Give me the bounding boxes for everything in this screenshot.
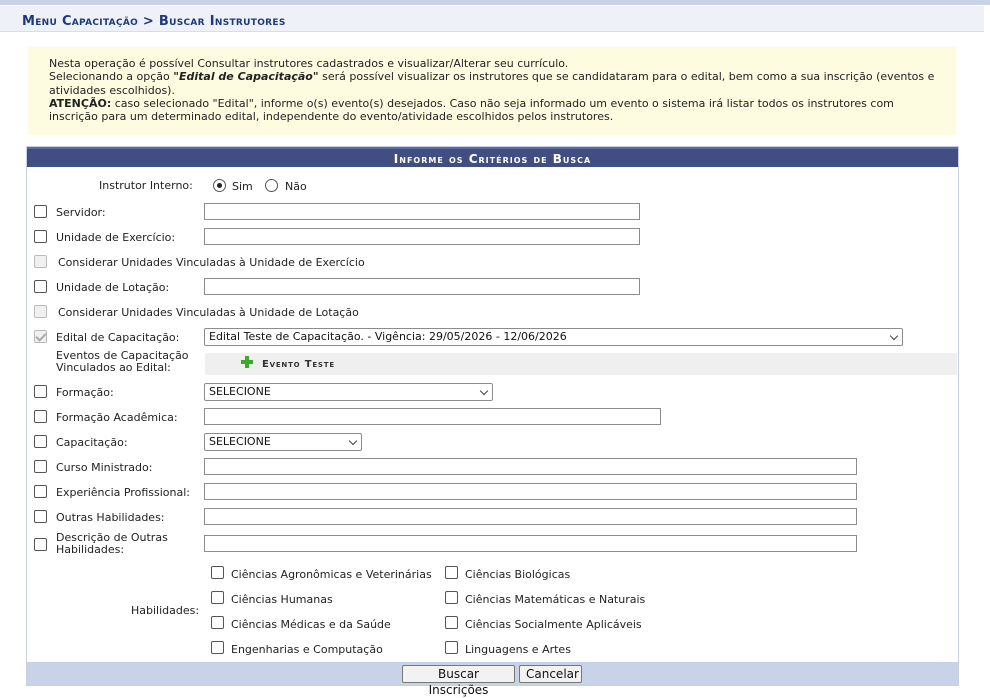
outras-habilidades-checkbox[interactable] — [34, 510, 47, 523]
top-bar — [0, 0, 990, 5]
row-descricao-outras: Descrição de Outras Habilidades: — [27, 531, 958, 559]
habilidade-checkbox-6[interactable] — [211, 641, 224, 654]
unidade-exercicio-input[interactable] — [204, 228, 640, 245]
formacao-academica-input[interactable] — [204, 408, 661, 425]
descricao-outras-checkbox[interactable] — [34, 538, 47, 551]
row-outras-habilidades: Outras Habilidades: — [27, 508, 958, 528]
formacao-academica-checkbox[interactable] — [34, 410, 47, 423]
row-unidade-lotacao: Unidade de Lotação: — [27, 278, 958, 298]
info-line-2: Selecionando a opção "Edital de Capacita… — [49, 70, 936, 97]
info-line-2-pre: Selecionando a opção — [49, 70, 174, 84]
habilidade-label-7: Linguagens e Artes — [465, 643, 571, 656]
outras-habilidades-input[interactable] — [204, 508, 857, 525]
considerar-lotacao-label: Considerar Unidades Vinculadas à Unidade… — [58, 306, 359, 319]
servidor-input[interactable] — [204, 203, 640, 220]
considerar-exercicio-label: Considerar Unidades Vinculadas à Unidade… — [58, 256, 365, 269]
plus-icon[interactable] — [241, 356, 253, 368]
formacao-select[interactable]: SELECIONE — [204, 383, 493, 401]
habilidades-label: Habilidades: — [131, 604, 200, 617]
radio-nao-label: Não — [285, 180, 307, 193]
capacitacao-label: Capacitação: — [56, 436, 128, 449]
edital-label: Edital de Capacitação: — [56, 331, 180, 344]
outras-habilidades-label: Outras Habilidades: — [56, 511, 165, 524]
info-line-2-emph: "Edital de Capacitação" — [173, 70, 319, 84]
cancel-button[interactable]: Cancelar — [519, 665, 582, 683]
servidor-checkbox[interactable] — [34, 205, 47, 218]
row-capacitacao: Capacitação: SELECIONE — [27, 433, 958, 453]
curso-ministrado-label: Curso Ministrado: — [56, 461, 153, 474]
breadcrumb: Menu Capacitação > Buscar Instrutores — [22, 14, 286, 29]
unidade-lotacao-checkbox[interactable] — [34, 280, 47, 293]
habilidade-label-4: Ciências Médicas e da Saúde — [231, 618, 391, 631]
servidor-label: Servidor: — [56, 206, 106, 219]
info-line-1: Nesta operação é possível Consultar inst… — [49, 57, 569, 70]
chevron-down-icon — [479, 386, 489, 396]
curso-ministrado-checkbox[interactable] — [34, 460, 47, 473]
habilidade-checkbox-3[interactable] — [445, 591, 458, 604]
info-line-3: ATENÇÃO: caso selecionado "Edital", info… — [49, 97, 936, 124]
formacao-label: Formação: — [56, 386, 114, 399]
curso-ministrado-input[interactable] — [204, 458, 857, 475]
row-considerar-lotacao: Considerar Unidades Vinculadas à Unidade… — [27, 303, 958, 323]
form-footer: Buscar Inscrições Cancelar — [27, 662, 958, 697]
habilidade-checkbox-0[interactable] — [211, 566, 224, 579]
experiencia-input[interactable] — [204, 483, 857, 500]
info-box: Nesta operação é possível Consultar inst… — [28, 47, 956, 135]
edital-checkbox[interactable] — [34, 330, 47, 343]
experiencia-checkbox[interactable] — [34, 485, 47, 498]
edital-select-value: Edital Teste de Capacitação. - Vigência:… — [209, 330, 567, 343]
capacitacao-checkbox[interactable] — [34, 435, 47, 448]
descricao-outras-input[interactable] — [204, 535, 857, 552]
breadcrumb-bar: Menu Capacitação > Buscar Instrutores — [0, 6, 984, 32]
form-header: Informe os Critérios de Busca — [27, 147, 958, 167]
unidade-exercicio-label: Unidade de Exercício: — [56, 231, 176, 244]
row-experiencia: Experiência Profissional: — [27, 483, 958, 503]
capacitacao-select-value: SELECIONE — [209, 435, 271, 448]
habilidade-checkbox-1[interactable] — [445, 566, 458, 579]
habilidade-label-5: Ciências Socialmente Aplicáveis — [465, 618, 642, 631]
descricao-outras-label: Descrição de Outras Habilidades: — [56, 531, 168, 556]
habilidade-label-2: Ciências Humanas — [231, 593, 333, 606]
habilidade-label-3: Ciências Matemáticas e Naturais — [465, 593, 646, 606]
habilidade-label-0: Ciências Agronômicas e Veterinárias — [231, 568, 432, 581]
row-edital: Edital de Capacitação: Edital Teste de C… — [27, 328, 958, 348]
row-formacao-academica: Formação Acadêmica: — [27, 408, 958, 428]
buscar-inscricoes-button[interactable]: Buscar Inscrições — [402, 665, 515, 697]
habilidade-checkbox-2[interactable] — [211, 591, 224, 604]
instrutor-interno-label: Instrutor Interno: — [99, 179, 193, 192]
radio-sim[interactable] — [213, 179, 226, 192]
row-instrutor-interno: Instrutor Interno: Sim Não — [27, 177, 958, 197]
eventos-list: Evento Teste — [205, 353, 957, 375]
edital-select[interactable]: Edital Teste de Capacitação. - Vigência:… — [204, 328, 903, 346]
capacitacao-select[interactable]: SELECIONE — [204, 433, 362, 451]
unidade-lotacao-input[interactable] — [204, 278, 640, 295]
habilidade-checkbox-4[interactable] — [211, 616, 224, 629]
row-servidor: Servidor: — [27, 203, 958, 223]
habilidade-label-1: Ciências Biológicas — [465, 568, 571, 581]
info-attention: ATENÇÃO: — [49, 96, 112, 110]
habilidade-label-6: Engenharias e Computação — [231, 643, 383, 656]
row-curso-ministrado: Curso Ministrado: — [27, 458, 958, 478]
unidade-exercicio-checkbox[interactable] — [34, 230, 47, 243]
considerar-exercicio-checkbox[interactable] — [34, 255, 47, 268]
habilidade-checkbox-5[interactable] — [445, 616, 458, 629]
chevron-down-icon — [889, 331, 899, 341]
radio-sim-label: Sim — [232, 180, 253, 193]
radio-nao[interactable] — [265, 179, 278, 192]
formacao-select-value: SELECIONE — [209, 385, 271, 398]
eventos-label: Eventos de Capacitação Vinculados ao Edi… — [56, 349, 189, 374]
info-line-3-post: caso selecionado "Edital", informe o(s) … — [49, 96, 894, 124]
row-considerar-exercicio: Considerar Unidades Vinculadas à Unidade… — [27, 253, 958, 273]
chevron-down-icon — [348, 436, 358, 446]
formacao-academica-label: Formação Acadêmica: — [56, 411, 178, 424]
experiencia-label: Experiência Profissional: — [56, 486, 190, 499]
unidade-lotacao-label: Unidade de Lotação: — [56, 281, 170, 294]
formacao-checkbox[interactable] — [34, 385, 47, 398]
row-unidade-exercicio: Unidade de Exercício: — [27, 228, 958, 248]
evento-item[interactable]: Evento Teste — [262, 359, 335, 370]
row-formacao: Formação: SELECIONE — [27, 383, 958, 403]
considerar-lotacao-checkbox[interactable] — [34, 305, 47, 318]
search-form: Informe os Critérios de Busca Instrutor … — [26, 146, 959, 697]
habilidade-checkbox-7[interactable] — [445, 641, 458, 654]
